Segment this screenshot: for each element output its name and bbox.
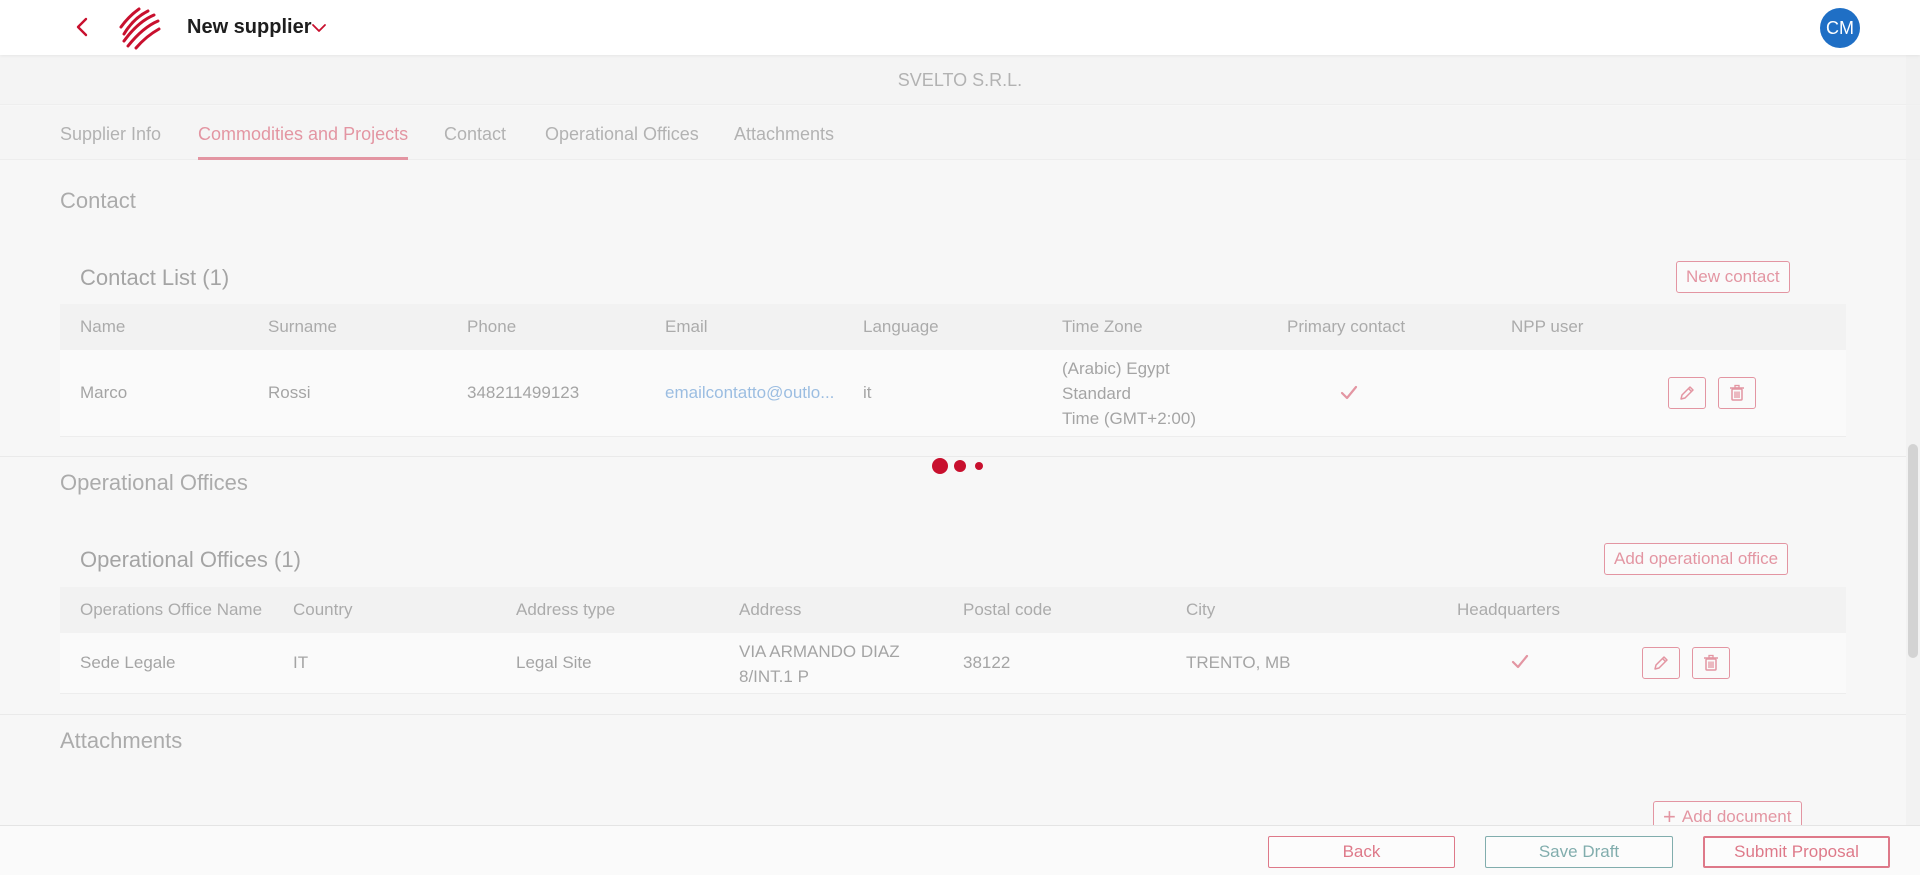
column-header-country[interactable]: Country [293, 600, 353, 620]
delete-office-button[interactable] [1692, 647, 1730, 679]
scrollbar-track[interactable] [1906, 55, 1920, 825]
attachments-section-title: Attachments [60, 728, 183, 753]
loader-dot [932, 458, 948, 474]
loading-spinner [930, 456, 990, 476]
column-header-npp-user[interactable]: NPP user [1511, 317, 1583, 337]
column-header-headquarters[interactable]: Headquarters [1457, 600, 1560, 620]
office-city: TRENTO, MB [1186, 653, 1291, 672]
contact-list-title: Contact List (1) [80, 265, 230, 290]
check-icon [1340, 385, 1358, 400]
office-address: VIA ARMANDO DIAZ 8/INT.1 P [739, 639, 900, 689]
company-logo [119, 7, 161, 50]
office-address-type: Legal Site [516, 653, 592, 672]
edit-contact-button[interactable] [1668, 377, 1706, 409]
company-strip: SVELTO S.R.L. [0, 55, 1920, 105]
office-name: Sede Legale [80, 653, 176, 672]
column-header-language[interactable]: Language [863, 317, 939, 337]
top-header: New supplier CM [0, 0, 1920, 55]
company-name: SVELTO S.R.L. [897, 70, 1023, 90]
column-header-address[interactable]: Address [739, 600, 801, 620]
back-button[interactable]: Back [1268, 836, 1455, 868]
add-document-label: Add document [1681, 807, 1792, 826]
operational-offices-section-title: Operational Offices [60, 470, 248, 495]
contact-email-link[interactable]: emailcontatto@outlo... [665, 383, 834, 403]
trash-icon [1704, 654, 1718, 671]
operational-offices-list-title: Operational Offices (1) [80, 547, 301, 572]
contact-language: it [863, 383, 872, 402]
contact-phone: 348211499123 [467, 383, 580, 402]
save-draft-button[interactable]: Save Draft [1485, 836, 1673, 868]
column-header-email[interactable]: Email [665, 317, 708, 337]
page-title: New supplier [187, 16, 312, 38]
column-header-time-zone[interactable]: Time Zone [1062, 317, 1143, 337]
scrollbar-thumb[interactable] [1908, 444, 1918, 658]
submit-proposal-button[interactable]: Submit Proposal [1703, 836, 1890, 868]
add-operational-office-button[interactable]: Add operational office [1604, 543, 1789, 575]
contact-section-title: Contact [60, 188, 136, 213]
check-icon [1511, 654, 1529, 669]
time-zone-line: (Arabic) Egypt [1062, 359, 1170, 378]
column-header-name[interactable]: Name [80, 317, 125, 337]
active-tab-indicator [198, 157, 408, 160]
section-divider [0, 714, 1906, 715]
time-zone-line: Time (GMT+2:00) [1062, 409, 1196, 428]
column-header-surname[interactable]: Surname [268, 317, 337, 337]
tab-contact[interactable]: Contact [444, 124, 506, 145]
column-header-city[interactable]: City [1186, 600, 1215, 620]
office-postal-code: 38122 [963, 653, 1011, 672]
offices-table: Operations Office Name Country Address t… [60, 587, 1846, 694]
tab-supplier-info[interactable]: Supplier Info [60, 124, 161, 145]
delete-contact-button[interactable] [1718, 377, 1756, 409]
avatar[interactable]: CM [1820, 8, 1860, 48]
table-row: Sede Legale IT Legal Site VIA ARMANDO DI… [60, 633, 1846, 694]
address-line: VIA ARMANDO DIAZ [739, 642, 900, 661]
chevron-down-icon[interactable] [310, 19, 328, 37]
footer-action-bar: Back Save Draft Submit Proposal [0, 825, 1920, 875]
office-country: IT [293, 653, 309, 672]
address-line: 8/INT.1 P [739, 667, 809, 686]
table-header: Operations Office Name Country Address t… [60, 587, 1846, 633]
column-header-postal-code[interactable]: Postal code [963, 600, 1052, 620]
table-header: Name Surname Phone Email Language Time Z… [60, 304, 1846, 350]
contact-time-zone: (Arabic) Egypt Standard Time (GMT+2:00) [1062, 356, 1196, 431]
chevron-left-icon[interactable] [72, 15, 92, 39]
tab-bar: Supplier Info Commodities and Projects C… [0, 106, 1920, 160]
loader-dot [975, 462, 983, 470]
tab-commodities-and-projects[interactable]: Commodities and Projects [198, 124, 408, 145]
contact-surname: Rossi [268, 383, 311, 402]
contact-name: Marco [80, 383, 128, 402]
new-contact-button[interactable]: New contact [1676, 261, 1790, 293]
time-zone-line: Standard [1062, 384, 1131, 403]
edit-office-button[interactable] [1642, 647, 1680, 679]
table-row: Marco Rossi 348211499123 emailcontatto@o… [60, 350, 1846, 437]
column-header-primary-contact[interactable]: Primary contact [1287, 317, 1405, 337]
tab-operational-offices[interactable]: Operational Offices [545, 124, 699, 145]
contact-table: Name Surname Phone Email Language Time Z… [60, 304, 1846, 437]
tab-attachments[interactable]: Attachments [734, 124, 834, 145]
loader-dot [954, 460, 966, 472]
column-header-address-type[interactable]: Address type [516, 600, 615, 620]
column-header-office-name[interactable]: Operations Office Name [80, 600, 262, 620]
pencil-icon [1680, 386, 1694, 400]
trash-icon [1730, 384, 1744, 401]
pencil-icon [1654, 656, 1668, 670]
column-header-phone[interactable]: Phone [467, 317, 516, 337]
